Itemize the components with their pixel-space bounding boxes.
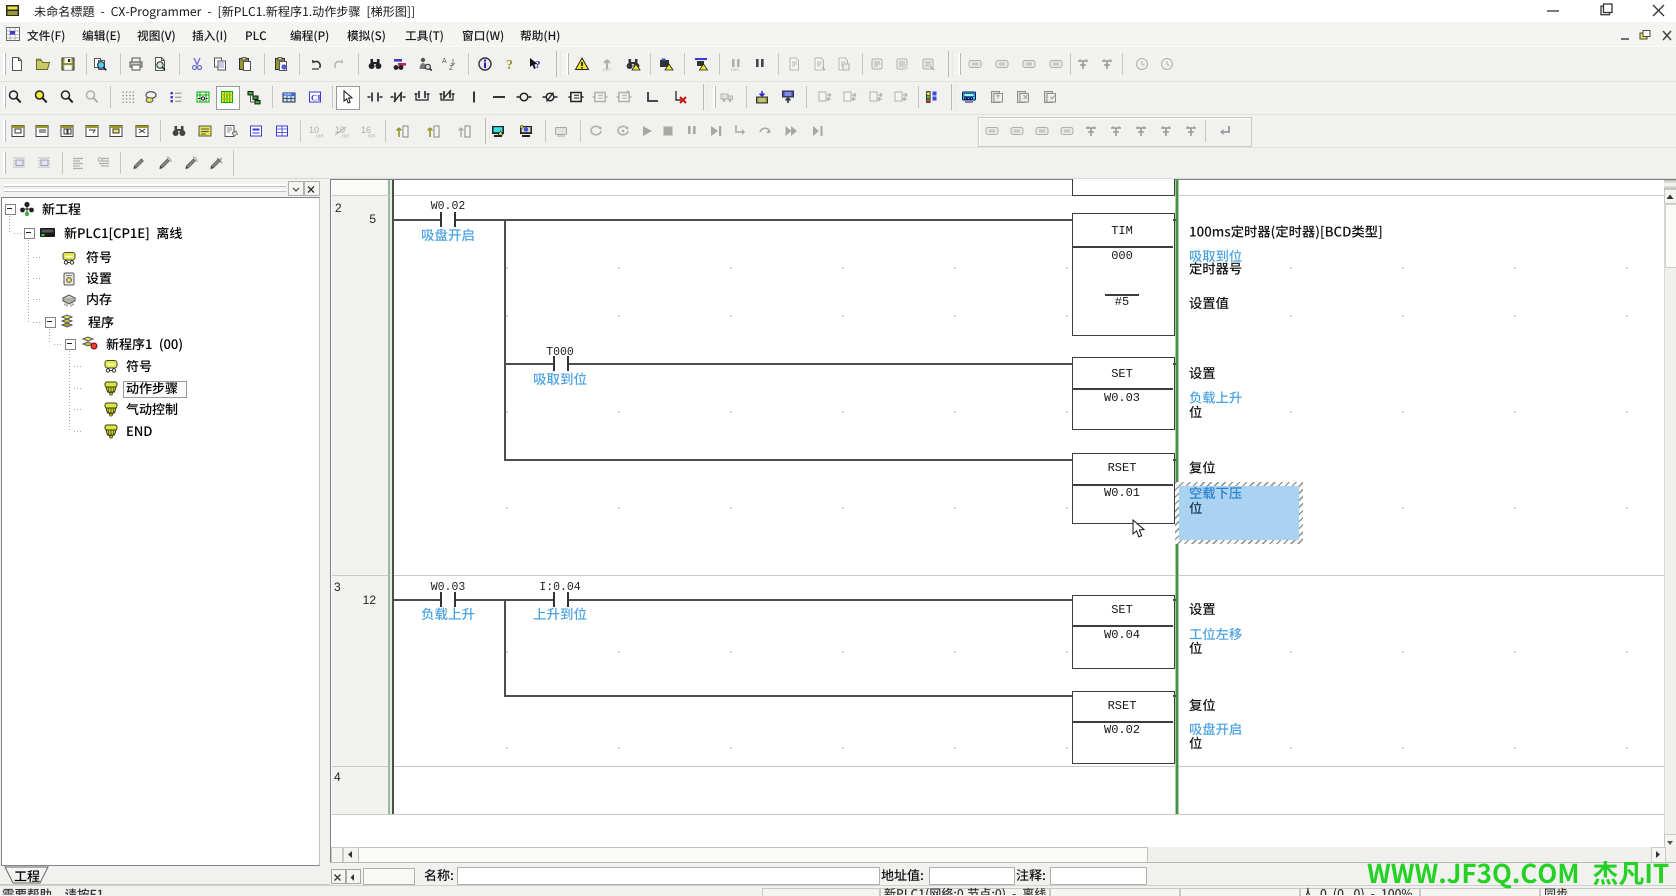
svg-text:rom: rom [342,134,349,140]
svg-text:rom: rom [603,67,611,72]
svg-text:?: ? [535,59,541,71]
svg-text:SMA: SMA [284,93,292,97]
svg-text:rom: rom [316,134,323,140]
svg-text:rom: rom [731,67,739,72]
svg-text:?: ? [506,58,513,72]
svg-text:Z: Z [449,65,454,72]
svg-text:A: A [442,58,447,65]
svg-text:CI: CI [311,93,321,103]
svg-text:rom: rom [368,134,375,140]
